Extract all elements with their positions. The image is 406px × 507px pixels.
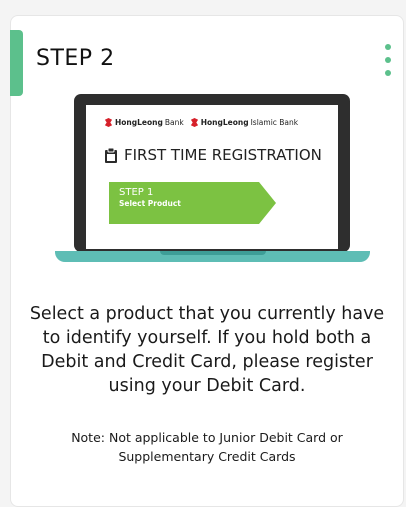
hong-leong-logo-icon [104, 117, 113, 127]
logo-2-rest: Islamic Bank [250, 117, 299, 127]
logo-1-bold: HongLeong [115, 117, 163, 127]
clipboard-icon [105, 147, 117, 163]
registration-heading: FIRST TIME REGISTRATION [104, 146, 322, 164]
laptop-base-notch [160, 251, 266, 255]
step-1-text: STEP 1 Select Product [119, 187, 181, 208]
step-1-sublabel: Select Product [119, 199, 181, 208]
logo-2-bold: HongLeong [200, 117, 249, 127]
laptop-screen: HongLeong Bank HongLeong Islamic Bank FI… [86, 105, 338, 249]
hong-leong-islamic-bank-logo: HongLeong Islamic Bank [190, 117, 299, 127]
step-accent-bar [10, 30, 23, 96]
hong-leong-bank-logo: HongLeong Bank [104, 117, 184, 127]
logo-1-rest: Bank [164, 117, 184, 127]
registration-title: FIRST TIME REGISTRATION [124, 146, 322, 164]
step-note: Note: Not applicable to Junior Debit Car… [71, 430, 343, 464]
more-options-icon[interactable] [384, 44, 392, 84]
menu-dot [385, 57, 391, 63]
bank-logos: HongLeong Bank HongLeong Islamic Bank [104, 115, 298, 129]
step-title: STEP 2 [36, 46, 115, 71]
hong-leong-logo-icon [190, 117, 198, 127]
laptop-illustration: HongLeong Bank HongLeong Islamic Bank FI… [74, 94, 350, 252]
step-1-label: STEP 1 [119, 187, 154, 198]
menu-dot [385, 44, 391, 50]
menu-dot [385, 70, 391, 76]
step-description: Select a product that you currently have… [29, 304, 385, 396]
